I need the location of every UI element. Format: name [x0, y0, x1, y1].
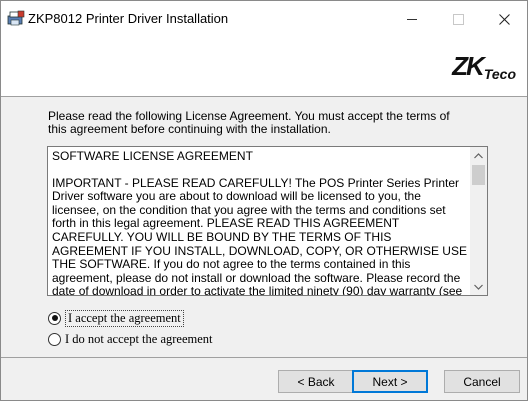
scroll-up-arrow-icon[interactable]	[470, 147, 487, 164]
cancel-button[interactable]: Cancel	[444, 370, 520, 393]
decline-label[interactable]: I do not accept the agreement	[65, 332, 213, 347]
scroll-down-arrow-icon[interactable]	[470, 278, 487, 295]
scroll-thumb[interactable]	[472, 165, 485, 185]
accept-option[interactable]: I accept the agreement	[48, 309, 184, 327]
close-icon	[498, 13, 510, 25]
title-bar[interactable]: ZKP8012 Printer Driver Installation	[1, 1, 527, 37]
decline-option[interactable]: I do not accept the agreement	[48, 331, 213, 347]
back-button[interactable]: < Back	[278, 370, 354, 393]
maximize-button[interactable]	[435, 1, 481, 37]
installer-app-icon	[7, 10, 25, 26]
installer-window: ZKP8012 Printer Driver Installation ZKTe…	[0, 0, 528, 401]
next-button[interactable]: Next >	[352, 370, 428, 393]
minimize-button[interactable]	[389, 1, 435, 37]
accept-radio[interactable]	[48, 311, 61, 325]
license-body: IMPORTANT - PLEASE READ CAREFULLY! The P…	[52, 175, 467, 295]
license-content: SOFTWARE LICENSE AGREEMENT IMPORTANT - P…	[52, 150, 467, 295]
wizard-header: ZKTeco	[1, 37, 527, 97]
accept-label[interactable]: I accept the agreement	[65, 309, 184, 327]
window-title: ZKP8012 Printer Driver Installation	[28, 11, 229, 26]
minimize-icon	[407, 18, 417, 20]
zkteco-logo: ZKTeco	[452, 51, 516, 82]
license-scrollbar[interactable]	[470, 147, 487, 295]
decline-radio[interactable]	[48, 332, 61, 346]
footer-divider	[1, 357, 527, 358]
license-textbox[interactable]: SOFTWARE LICENSE AGREEMENT IMPORTANT - P…	[47, 146, 488, 296]
intro-text: Please read the following License Agreem…	[48, 109, 450, 136]
maximize-icon	[452, 13, 464, 25]
close-button[interactable]	[481, 1, 527, 37]
logo-secondary: Teco	[483, 66, 516, 82]
logo-primary: ZK	[452, 51, 485, 81]
license-heading: SOFTWARE LICENSE AGREEMENT	[52, 150, 253, 163]
